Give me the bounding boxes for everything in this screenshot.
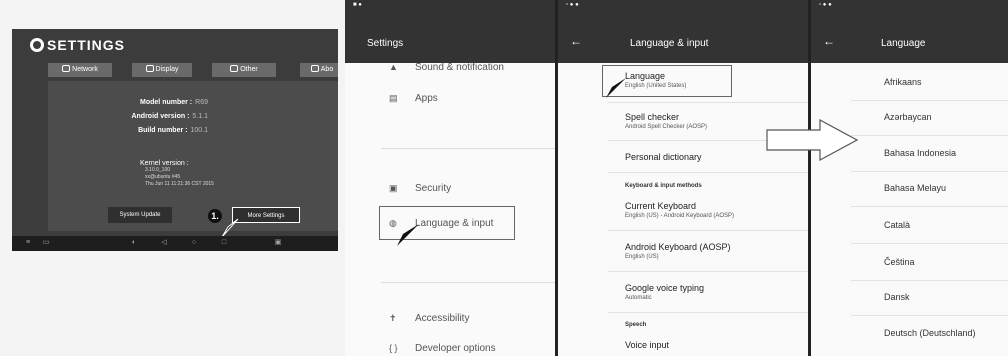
- gear-icon: [30, 38, 44, 52]
- lock-icon: ▣: [389, 183, 398, 193]
- list-item-language[interactable]: Language English (United States): [625, 71, 686, 89]
- accessibility-icon: ✝: [389, 313, 397, 323]
- list-item-android-keyboard[interactable]: Android Keyboard (AOSP) English (US): [625, 242, 731, 260]
- screen-nav-icon[interactable]: ▭: [42, 239, 50, 247]
- pointer-arrow-icon: [606, 78, 626, 98]
- divider: [851, 135, 1008, 136]
- list-item-current-keyboard[interactable]: Current Keyboard English (US) - Android …: [625, 201, 734, 219]
- about-icon: [310, 65, 319, 72]
- divider: [608, 271, 808, 272]
- network-icon: [62, 65, 71, 72]
- code-icon: { }: [389, 343, 398, 353]
- settings-title: Settings: [367, 38, 404, 49]
- list-item-voice-input[interactable]: Voice input: [625, 340, 669, 350]
- settings-item-security[interactable]: ▣ Security: [345, 177, 555, 201]
- box-settings-tabs: Network Display Other Abo: [48, 63, 338, 77]
- recents-nav-icon[interactable]: □: [220, 239, 228, 247]
- language-option[interactable]: Azərbaycan: [884, 112, 932, 122]
- tab-network[interactable]: Network: [48, 63, 112, 77]
- system-navbar: ≡ ▭ ◐ ◁ ○ □ ▣: [12, 236, 338, 251]
- menu-nav-icon[interactable]: ▣: [274, 239, 282, 247]
- list-item-google-voice[interactable]: Google voice typing Automatic: [625, 283, 704, 301]
- back-arrow-icon[interactable]: ←: [823, 34, 835, 48]
- apps-icon: ▤: [389, 93, 398, 103]
- box-settings-title: SETTINGS: [30, 37, 125, 53]
- settings-item-sound[interactable]: ▲ Sound & notification: [345, 56, 555, 80]
- volume-nav-icon[interactable]: ◐: [130, 239, 138, 247]
- divider: [851, 315, 1008, 316]
- divider: [851, 171, 1008, 172]
- list-item-personal-dictionary[interactable]: Personal dictionary: [625, 152, 702, 162]
- settings-nav-icon[interactable]: ≡: [24, 239, 32, 247]
- language-option[interactable]: Deutsch (Deutschland): [884, 328, 976, 338]
- back-nav-icon[interactable]: ◁: [160, 239, 168, 247]
- language-option[interactable]: Català: [884, 220, 910, 230]
- divider: [608, 312, 808, 313]
- build-number: Build number :100.1: [138, 127, 208, 134]
- divider: [851, 206, 1008, 207]
- more-settings-button[interactable]: More Settings: [232, 207, 300, 223]
- settings-item-accessibility[interactable]: ✝ Accessibility: [345, 307, 555, 331]
- divider: [381, 148, 555, 149]
- keyboard-section-header: Keyboard & input methods: [625, 183, 702, 189]
- divider: [381, 282, 555, 283]
- language-option[interactable]: Bahasa Indonesia: [884, 148, 956, 158]
- language-input-title: Language & input: [630, 38, 709, 49]
- settings-item-apps[interactable]: ▤ Apps: [345, 87, 555, 111]
- language-option[interactable]: Dansk: [884, 292, 910, 302]
- status-bar: ▫ ● ●: [566, 2, 579, 8]
- android-version: Android version :5.1.1: [131, 113, 208, 120]
- language-screenshot: ▫ ● ● ← Language Afrikaans Azərbaycan Ba…: [808, 0, 1008, 356]
- speech-section-header: Speech: [625, 322, 647, 328]
- language-title: Language: [881, 38, 926, 49]
- settings-item-developer[interactable]: { } Developer options: [345, 337, 555, 356]
- kernel-version: Kernel version : 3.10.0_100 xx@ubuntu #4…: [140, 160, 214, 187]
- settings-toolbar: ■ ● Settings: [345, 0, 555, 63]
- language-input-toolbar: ▫ ● ● ← Language & input: [558, 0, 808, 63]
- home-nav-icon[interactable]: ○: [190, 239, 198, 247]
- language-input-screenshot: ▫ ● ● ← Language & input Language Englis…: [555, 0, 808, 356]
- other-icon: [230, 65, 239, 72]
- status-bar: ▫ ● ●: [819, 2, 832, 8]
- model-number: Model number : R69: [140, 99, 208, 106]
- back-arrow-icon[interactable]: ←: [570, 34, 582, 48]
- tab-display[interactable]: Display: [132, 63, 192, 77]
- divider: [608, 230, 808, 231]
- hollow-arrow-icon: [766, 118, 859, 162]
- tab-other[interactable]: Other: [212, 63, 276, 77]
- system-update-button[interactable]: System Update: [108, 207, 172, 223]
- tab-about[interactable]: Abo: [300, 63, 338, 77]
- language-toolbar: ▫ ● ● ← Language: [811, 0, 1008, 63]
- language-option[interactable]: Afrikaans: [884, 77, 922, 87]
- box-settings-screenshot: SETTINGS Network Display Other Abo Model…: [0, 0, 345, 356]
- divider: [608, 102, 808, 103]
- settings-screenshot: ■ ● Settings ▲ Sound & notification ▤ Ap…: [345, 0, 555, 356]
- box-settings-window: SETTINGS Network Display Other Abo Model…: [12, 29, 338, 251]
- settings-item-language-input[interactable]: ◍ Language & input: [345, 212, 555, 236]
- divider: [851, 280, 1008, 281]
- language-option[interactable]: Čeština: [884, 257, 915, 267]
- bell-icon: ▲: [389, 62, 398, 72]
- list-item-spell-checker[interactable]: Spell checker Android Spell Checker (AOS…: [625, 112, 707, 130]
- language-option[interactable]: Bahasa Melayu: [884, 183, 946, 193]
- status-bar: ■ ●: [353, 2, 362, 8]
- divider: [851, 243, 1008, 244]
- pointer-arrow-icon: [397, 224, 419, 246]
- divider: [608, 172, 808, 173]
- display-icon: [145, 65, 154, 72]
- divider: [851, 100, 1008, 101]
